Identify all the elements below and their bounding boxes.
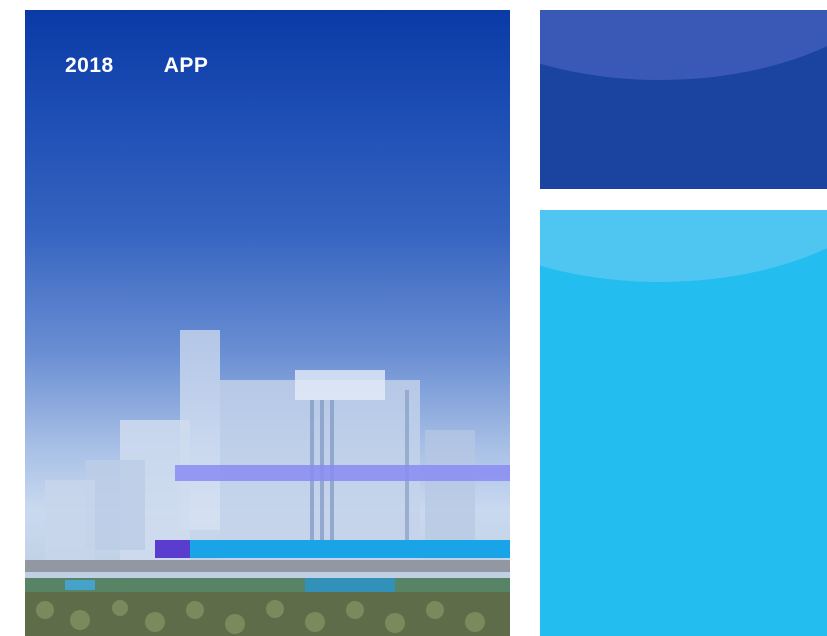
bottom-right-card: [540, 210, 827, 636]
top-right-card: [540, 10, 827, 189]
hero-app-label: APP: [163, 54, 209, 77]
hero-year: 2018: [65, 54, 114, 77]
hero-title: 2018 APP: [65, 54, 208, 78]
card-arc-decoration: [540, 210, 827, 282]
hero-card: 2018 APP: [25, 10, 510, 636]
slide-canvas: 2018 APP: [0, 0, 827, 636]
card-arc-decoration: [540, 10, 827, 80]
power-plant-image: [25, 330, 510, 636]
